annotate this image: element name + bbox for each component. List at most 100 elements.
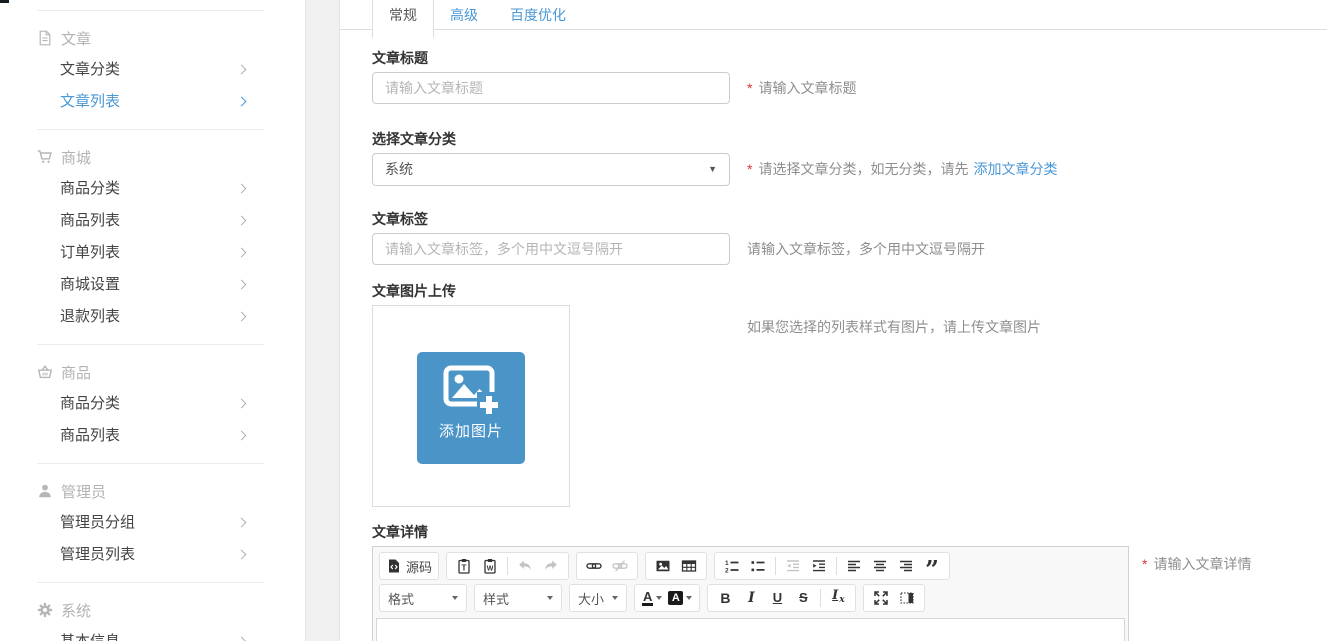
sidebar-item-product-category[interactable]: 商品分类: [0, 388, 305, 420]
toolbar-separator: [507, 557, 508, 575]
add-image-button-label: 添加图片: [439, 420, 503, 441]
chevron-right-icon: [237, 312, 247, 322]
svg-text:T: T: [462, 564, 467, 573]
italic-button[interactable]: [738, 587, 764, 609]
article-image-label: 文章图片上传: [372, 283, 1327, 299]
styles-dropdown[interactable]: 样式: [474, 584, 562, 612]
link-icon: [586, 558, 602, 574]
ordered-list-icon: 12: [724, 558, 740, 574]
sidebar-item-order-list[interactable]: 订单列表: [0, 237, 305, 269]
article-title-input[interactable]: [372, 72, 730, 104]
editor-content-area[interactable]: [376, 618, 1125, 641]
undo-button[interactable]: [512, 555, 538, 577]
article-title-label: 文章标题: [372, 50, 1327, 66]
remove-format-icon: [832, 588, 844, 608]
font-size-dropdown[interactable]: 大小: [569, 584, 627, 612]
text-color-button[interactable]: A: [639, 587, 665, 609]
add-image-icon: [443, 365, 499, 415]
toolbar-separator: [836, 557, 837, 575]
insert-table-button[interactable]: [676, 555, 702, 577]
underline-button[interactable]: [764, 587, 790, 609]
paste-text-icon: T: [456, 558, 472, 574]
sidebar-item-product-list[interactable]: 商品列表: [0, 420, 305, 452]
svg-text:2: 2: [725, 568, 729, 575]
main-panel: 常规 高级 百度优化 文章标题 *请输入文章标题 选择文章分类 系统 *请: [339, 0, 1327, 641]
bg-color-button[interactable]: A: [665, 587, 695, 609]
insert-image-button[interactable]: [650, 555, 676, 577]
article-tags-label: 文章标签: [372, 211, 1327, 227]
link-button[interactable]: [581, 555, 607, 577]
sidebar-group-admin[interactable]: 管理员: [0, 475, 305, 507]
indent-icon: [811, 558, 827, 574]
tab-advanced[interactable]: 高级: [434, 0, 494, 30]
sidebar-group-article[interactable]: 文章: [0, 22, 305, 54]
editor-toolbar: 源码 T W: [373, 547, 1128, 612]
sidebar-item-admin-list[interactable]: 管理员列表: [0, 539, 305, 571]
paste-text-button[interactable]: T: [451, 555, 477, 577]
remove-format-button[interactable]: [825, 587, 851, 609]
sidebar-item-article-list[interactable]: 文章列表: [0, 86, 305, 118]
format-dropdown[interactable]: 格式: [379, 584, 467, 612]
table-icon: [681, 558, 697, 574]
shopping-basket-icon: [37, 364, 53, 380]
sidebar-group-product[interactable]: 商品: [0, 356, 305, 388]
sidebar-item-goods-category[interactable]: 商品分类: [0, 173, 305, 205]
article-category-select[interactable]: 系统: [372, 153, 730, 186]
indent-button[interactable]: [806, 555, 832, 577]
show-blocks-button[interactable]: [894, 587, 920, 609]
caret-down-icon: [547, 596, 553, 600]
selected-value: 系统: [385, 161, 413, 177]
blockquote-button[interactable]: [919, 555, 945, 577]
article-tags-input[interactable]: [372, 233, 730, 265]
bold-button[interactable]: [712, 587, 738, 609]
align-right-button[interactable]: [893, 555, 919, 577]
align-left-button[interactable]: [841, 555, 867, 577]
bold-icon: [720, 590, 730, 606]
source-button[interactable]: 源码: [384, 555, 434, 577]
chevron-right-icon: [237, 550, 247, 560]
unordered-list-icon: [750, 558, 766, 574]
tab-baidu-seo[interactable]: 百度优化: [494, 0, 582, 30]
chevron-right-icon: [237, 280, 247, 290]
chevron-right-icon: [237, 399, 247, 409]
add-category-link[interactable]: 添加文章分类: [973, 161, 1057, 177]
tab-bar: 常规 高级 百度优化: [340, 0, 1327, 30]
paste-word-button[interactable]: W: [477, 555, 503, 577]
sidebar-group-system[interactable]: 系统: [0, 594, 305, 626]
sidebar-item-mall-settings[interactable]: 商城设置: [0, 269, 305, 301]
sidebar-item-basic-info[interactable]: 基本信息: [0, 626, 305, 641]
tab-general[interactable]: 常规: [372, 0, 434, 38]
sidebar-divider: [37, 344, 264, 345]
chevron-right-icon: [237, 97, 247, 107]
sidebar-item-goods-list[interactable]: 商品列表: [0, 205, 305, 237]
text-color-icon: A: [642, 590, 653, 606]
ordered-list-button[interactable]: 12: [719, 555, 745, 577]
required-asterisk: *: [1142, 556, 1147, 572]
toolbar-separator: [775, 557, 776, 575]
file-text-icon: [37, 30, 53, 46]
show-blocks-icon: [899, 590, 915, 606]
add-image-button[interactable]: 添加图片: [417, 352, 525, 464]
align-center-button[interactable]: [867, 555, 893, 577]
strikethrough-icon: [799, 590, 808, 606]
article-form: 文章标题 *请输入文章标题 选择文章分类 系统 *请选择文章分类，如无分类，请先…: [340, 30, 1327, 641]
outdent-button[interactable]: [780, 555, 806, 577]
required-asterisk: *: [747, 80, 752, 96]
gear-icon: [37, 602, 53, 618]
sidebar-group-mall[interactable]: 商城: [0, 141, 305, 173]
redo-button[interactable]: [538, 555, 564, 577]
sidebar: 文章 文章分类 文章列表 商城 商品分类 商品列表 订单列表 商城设置 退款列表: [0, 0, 306, 641]
article-category-label: 选择文章分类: [372, 131, 1327, 147]
sidebar-item-article-category[interactable]: 文章分类: [0, 54, 305, 86]
strikethrough-button[interactable]: [790, 587, 816, 609]
rich-text-editor: 源码 T W: [372, 546, 1129, 641]
sidebar-item-admin-group[interactable]: 管理员分组: [0, 507, 305, 539]
unlink-button[interactable]: [607, 555, 633, 577]
unordered-list-button[interactable]: [745, 555, 771, 577]
article-title-hint: *请输入文章标题: [747, 72, 856, 104]
image-upload-dropzone[interactable]: 添加图片: [372, 305, 570, 507]
sidebar-item-refund-list[interactable]: 退款列表: [0, 301, 305, 333]
maximize-button[interactable]: [868, 587, 894, 609]
article-image-hint: 如果您选择的列表样式有图片，请上传文章图片: [747, 305, 1041, 337]
source-icon: [386, 558, 402, 574]
